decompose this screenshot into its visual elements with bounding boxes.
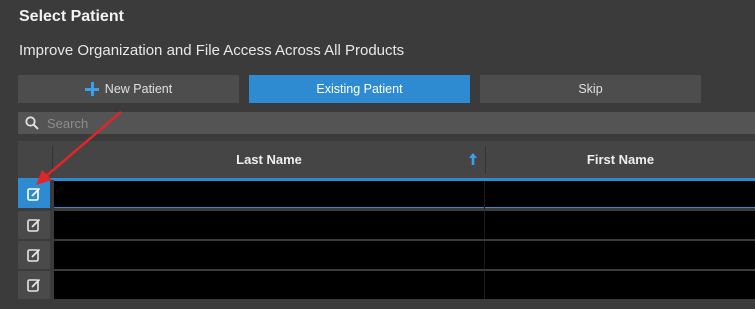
patient-data-cell[interactable] xyxy=(54,241,755,269)
table-row[interactable] xyxy=(18,211,755,239)
table-header: Last Name First Name xyxy=(18,141,755,180)
patient-mode-tabs: New Patient Existing Patient Skip xyxy=(18,75,755,103)
edit-patient-button[interactable] xyxy=(18,180,50,208)
existing-patient-button[interactable]: Existing Patient xyxy=(249,75,470,103)
table-row[interactable] xyxy=(18,180,755,209)
edit-icon xyxy=(27,187,41,201)
patient-data-cell[interactable] xyxy=(54,271,755,299)
plus-icon xyxy=(84,82,99,96)
edit-icon xyxy=(27,218,41,232)
edit-icon xyxy=(27,278,41,292)
patient-table: Last Name First Name xyxy=(18,141,755,301)
edit-patient-button[interactable] xyxy=(18,241,50,269)
edit-patient-button[interactable] xyxy=(18,211,50,239)
search-field[interactable]: Search xyxy=(18,112,755,134)
existing-patient-label: Existing Patient xyxy=(316,82,403,96)
search-placeholder: Search xyxy=(47,115,89,131)
patient-data-cell[interactable] xyxy=(54,211,755,239)
edit-column-header xyxy=(18,141,52,178)
skip-label: Skip xyxy=(578,82,603,96)
new-patient-label: New Patient xyxy=(104,82,173,96)
skip-button[interactable]: Skip xyxy=(480,75,701,103)
table-row[interactable] xyxy=(18,241,755,269)
edit-icon xyxy=(27,248,41,262)
edit-patient-button[interactable] xyxy=(18,271,50,299)
new-patient-button[interactable]: New Patient xyxy=(18,75,239,103)
last-name-column-header[interactable]: Last Name xyxy=(53,141,485,178)
last-name-header-label: Last Name xyxy=(236,152,302,167)
first-name-header-label: First Name xyxy=(586,152,655,167)
sort-ascending-icon xyxy=(469,153,477,165)
search-icon xyxy=(23,112,43,134)
page-subtitle: Improve Organization and File Access Acr… xyxy=(19,42,405,59)
patient-data-cell[interactable] xyxy=(54,180,755,209)
table-row[interactable] xyxy=(18,271,755,299)
page-title: Select Patient xyxy=(19,8,124,25)
first-name-column-header[interactable]: First Name xyxy=(486,141,755,178)
